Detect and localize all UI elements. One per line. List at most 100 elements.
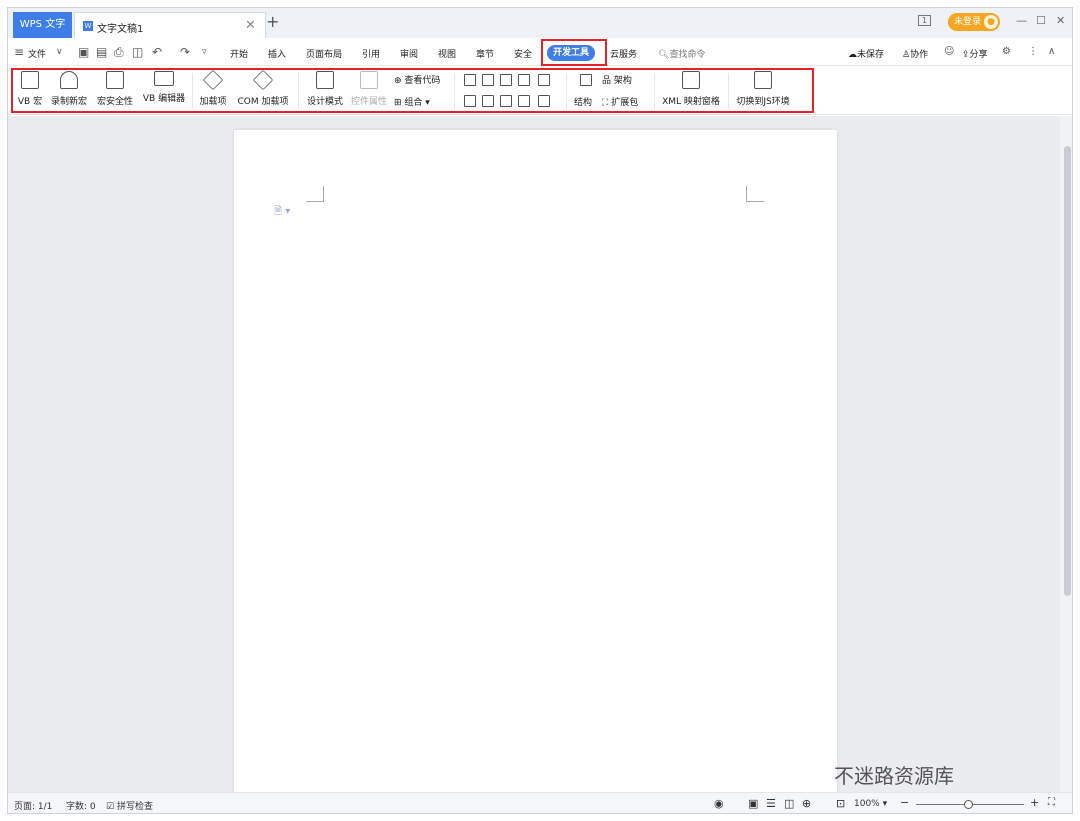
xml-mapping-pane-button[interactable]: XML 映射窗格 [658, 71, 724, 107]
login-label: 未登录 [954, 17, 982, 27]
chevron-down-icon[interactable]: ∨ [56, 47, 63, 57]
crop-mark-top-left [306, 186, 324, 202]
more-icon[interactable]: ⋮ [1028, 46, 1038, 57]
zoom-level[interactable]: 100% ▾ [854, 799, 887, 809]
page-count[interactable]: 页面: 1/1 [14, 799, 52, 812]
reading-view-icon[interactable]: ◫ [784, 797, 794, 810]
combo-box-control-icon[interactable] [464, 95, 476, 107]
tab-view[interactable]: 视图 [438, 47, 456, 60]
login-button[interactable]: 未登录 ● [948, 13, 1000, 31]
new-tab-icon[interactable]: + [266, 12, 279, 31]
group-button[interactable]: ⊞ 组合 ▾ [394, 95, 430, 108]
building-block-control-icon[interactable] [518, 74, 530, 86]
macro-security-button[interactable]: 宏安全性 [94, 71, 136, 107]
vb-editor-button[interactable]: VB 编辑器 [140, 71, 188, 104]
tab-insert[interactable]: 插入 [268, 47, 286, 60]
date-picker-control-icon[interactable] [500, 95, 512, 107]
view-code-button[interactable]: ⊕ 查看代码 [394, 73, 440, 86]
code-editor-icon [154, 71, 174, 86]
dropdown-list-control-icon[interactable] [482, 95, 494, 107]
collaborate-button[interactable]: ♙协作 [902, 47, 928, 60]
design-mode-button[interactable]: 设计模式 [304, 71, 346, 107]
js-environment-icon [754, 71, 772, 89]
cloud-icon: ☁ [848, 50, 857, 60]
vb-macro-button[interactable]: VB 宏 [16, 71, 44, 107]
comment-icon[interactable]: ☺ [944, 46, 954, 57]
scrollbar-thumb[interactable] [1064, 146, 1071, 596]
zoom-slider-handle[interactable] [964, 800, 973, 809]
vertical-scrollbar[interactable] [1060, 116, 1072, 792]
hamburger-icon[interactable]: ≡ [14, 45, 24, 59]
plain-text-control-icon[interactable] [482, 74, 494, 86]
record-macro-icon [60, 71, 78, 89]
page-view-icon[interactable]: ▣ [748, 797, 758, 810]
tab-home[interactable]: 开始 [230, 47, 248, 60]
addins-label: 加载项 [199, 97, 227, 107]
legacy-tools-icon[interactable] [538, 95, 550, 107]
print-preview-icon[interactable]: ◫ [132, 45, 143, 59]
structure-icon[interactable] [580, 74, 592, 86]
search-command[interactable]: 🔍︎查找命令 [658, 47, 705, 60]
expansion-pack-label: 扩展包 [611, 98, 639, 108]
schema-icon: 品 [602, 76, 612, 86]
page-indicator-value: 1 [922, 16, 928, 25]
settings-icon[interactable]: ⚙ [1002, 46, 1011, 57]
print-icon[interactable]: ⎙ [114, 45, 124, 60]
record-macro-button[interactable]: 录制新宏 [48, 71, 90, 107]
shield-icon [106, 71, 124, 89]
fit-page-icon[interactable]: ⊡ [836, 797, 845, 810]
quick-access-more-icon[interactable]: ▿ [202, 47, 207, 57]
zoom-out-icon[interactable]: − [900, 796, 909, 809]
structure-button[interactable]: 结构 [574, 95, 592, 108]
document-tab-label: 文字文稿1 [97, 24, 144, 35]
schema-button[interactable]: 品 架构 [602, 73, 632, 86]
tab-page-layout[interactable]: 页面布局 [306, 47, 342, 60]
word-count[interactable]: 字数: 0 [66, 799, 96, 812]
tab-references[interactable]: 引用 [362, 47, 380, 60]
app-tab[interactable]: WPS 文字 [13, 12, 72, 38]
export-pdf-icon[interactable]: ▤ [96, 45, 107, 59]
outline-view-icon[interactable]: ☰ [766, 797, 776, 810]
tab-chapter[interactable]: 章节 [476, 47, 494, 60]
ribbon-separator [192, 73, 193, 109]
cube-gear-icon [252, 69, 274, 91]
save-icon[interactable]: ▣ [78, 45, 89, 59]
switch-js-label: 切换到JS环境 [736, 97, 790, 107]
picture-control-icon[interactable] [500, 74, 512, 86]
expansion-pack-button[interactable]: ⛶ 扩展包 [602, 95, 638, 108]
fullscreen-icon[interactable]: ⛶ [1048, 797, 1055, 808]
status-bar: 页面: 1/1 字数: 0 ☑ 拼写检查 ◉ ▣ ☰ ◫ ⊕ ⊡ 100% ▾ … [8, 792, 1072, 813]
control-properties-button[interactable]: 控件属性 [348, 71, 390, 107]
share-button[interactable]: ⇪分享 [962, 47, 988, 60]
web-view-icon[interactable]: ⊕ [802, 797, 811, 810]
repeating-section-control-icon[interactable] [518, 95, 530, 107]
tab-security[interactable]: 安全 [514, 47, 532, 60]
tab-review[interactable]: 审阅 [400, 47, 418, 60]
tab-cloud-service[interactable]: 云服务 [610, 47, 637, 60]
close-tab-icon[interactable]: ✕ [245, 18, 256, 33]
collaborate-label: 协作 [910, 50, 929, 60]
switch-js-button[interactable]: 切换到JS环境 [734, 71, 792, 107]
document-page[interactable]: 🗎︎ ▾ [234, 130, 837, 800]
menu-bar: ≡ 文件 ∨ ▣ ▤ ⎙ ◫ ↶ ↷ ▿ 开始 插入 页面布局 引用 审阅 视图… [8, 38, 1072, 66]
file-menu[interactable]: 文件 [28, 47, 46, 60]
unsaved-status[interactable]: ☁未保存 [848, 47, 884, 60]
com-addins-button[interactable]: COM 加载项 [234, 69, 292, 107]
vb-macro-icon [21, 71, 39, 89]
redo-icon[interactable]: ↷ [180, 45, 190, 59]
minimize-icon[interactable]: — [1016, 14, 1027, 27]
zoom-in-icon[interactable]: + [1030, 796, 1039, 809]
maximize-icon[interactable]: ☐ [1036, 14, 1046, 27]
rich-text-control-icon[interactable] [464, 74, 476, 86]
ribbon-separator [728, 73, 729, 109]
close-window-icon[interactable]: ✕ [1056, 14, 1065, 27]
eye-protection-icon[interactable]: ◉ [714, 797, 724, 810]
page-indicator-icon[interactable]: 1 [918, 15, 932, 26]
document-tab[interactable]: W 文字文稿1 ✕ [74, 12, 266, 38]
spell-check-toggle[interactable]: ☑ 拼写检查 [106, 799, 153, 812]
addins-button[interactable]: 加载项 [196, 69, 230, 107]
collapse-ribbon-icon[interactable]: ∧ [1048, 46, 1055, 57]
undo-icon[interactable]: ↶ [152, 45, 162, 59]
paragraph-icon[interactable]: 🗎︎ ▾ [274, 204, 290, 221]
checkbox-control-icon[interactable] [538, 74, 550, 86]
